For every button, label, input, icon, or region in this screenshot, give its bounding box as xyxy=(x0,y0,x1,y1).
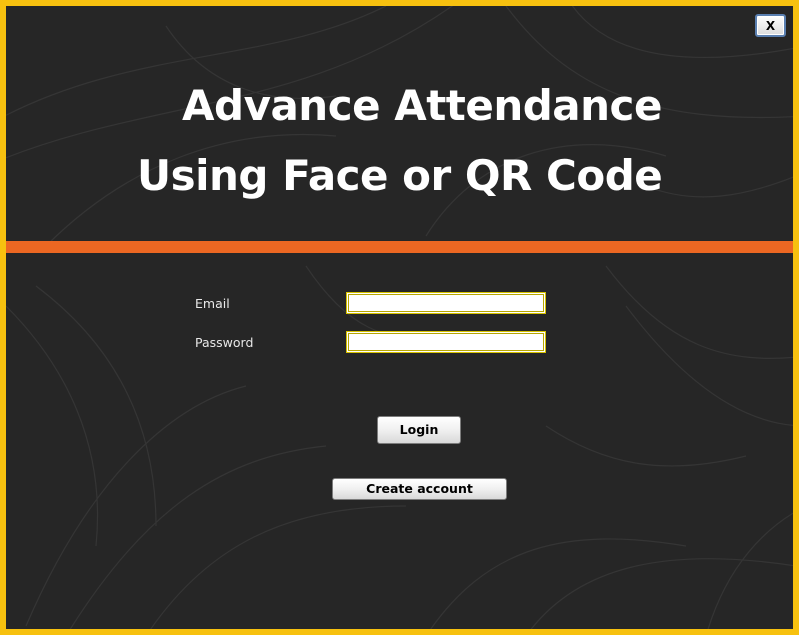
close-button[interactable]: X xyxy=(755,14,786,37)
login-window: X Advance Attendance Using Face or QR Co… xyxy=(0,0,799,635)
app-title-line-1: Advance Attendance xyxy=(182,81,662,130)
password-field[interactable] xyxy=(346,331,546,353)
email-label: Email xyxy=(195,296,230,311)
create-account-button[interactable]: Create account xyxy=(332,478,507,500)
password-label: Password xyxy=(195,335,254,350)
login-button[interactable]: Login xyxy=(377,416,461,444)
header-accent-bar xyxy=(6,241,793,253)
email-field[interactable] xyxy=(346,292,546,314)
app-title-line-2: Using Face or QR Code xyxy=(137,151,663,200)
